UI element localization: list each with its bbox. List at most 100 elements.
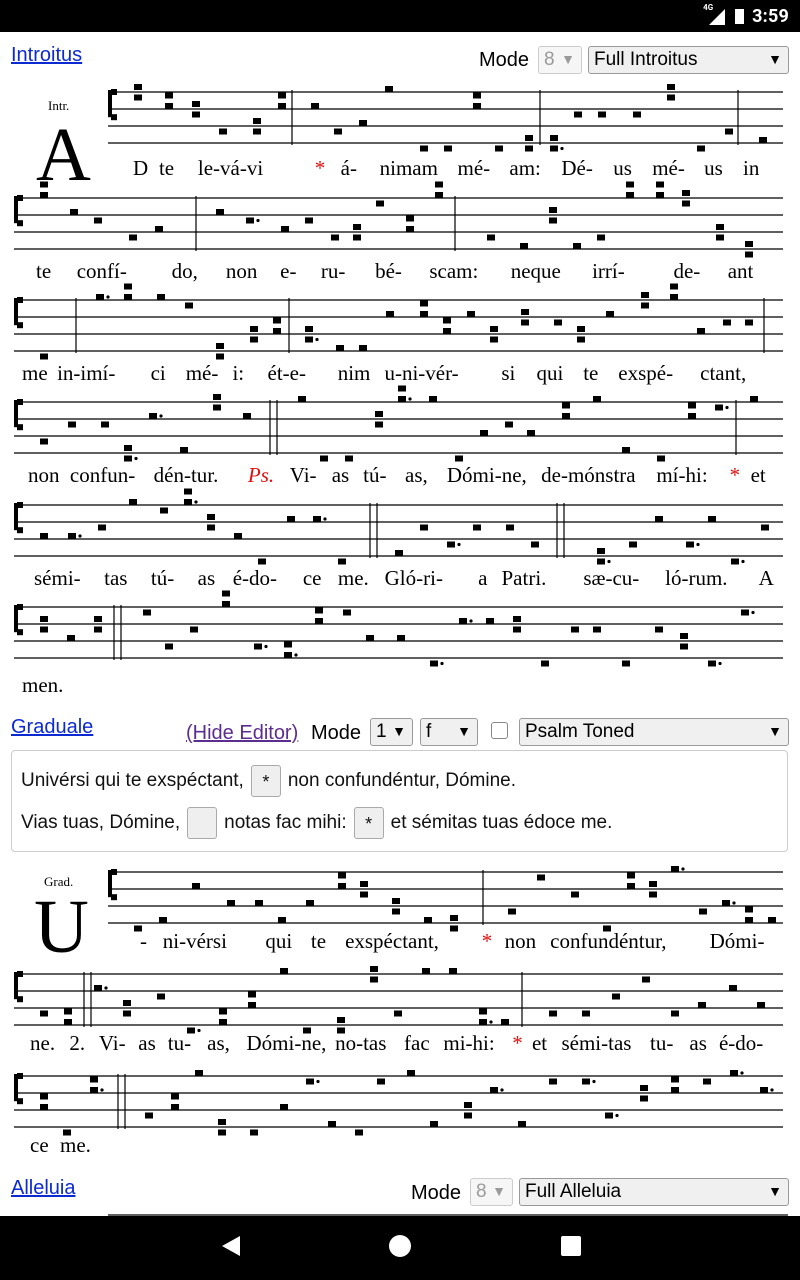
alleluia-mode-select[interactable]: 8 ▼ [470,1178,513,1206]
neume-note [219,128,227,135]
neume-note [525,135,533,141]
neume-note [94,626,102,633]
neume-note [287,516,295,522]
neume-note [315,607,323,614]
clef-mark [17,527,23,534]
clef-mark [17,220,23,227]
neume-dot [100,1088,104,1092]
lyric-syllable: tú- [363,463,386,487]
mode-cue: Intr. [48,98,69,113]
neume-note [219,1019,227,1025]
neume-note [280,968,288,974]
neume-note [124,445,132,451]
neume-note [562,402,570,409]
neume-note [90,1087,98,1093]
neume-note [597,558,605,565]
lyric-syllable: as [332,463,350,487]
graduale-type-select[interactable]: Psalm Toned ▼ [519,718,789,746]
neume-note [525,145,533,152]
lyric-syllable: me. [60,1133,91,1157]
graduale-checkbox[interactable] [491,722,508,739]
neume-note [505,421,513,428]
neume-note [398,385,406,392]
lyric-syllable: * [730,463,741,487]
neume-note [222,590,230,597]
neume-note [315,618,323,624]
neume-note [124,455,132,462]
neume-note [192,101,200,107]
lyric-syllable: non [505,929,537,953]
asterisk-toggle-button[interactable]: * [250,765,281,797]
neume-dot [718,661,722,666]
neume-note [629,541,637,548]
neume-note [305,326,313,332]
drop-capital: U [34,885,89,969]
neume-note [467,311,475,317]
lyric-syllable: ru- [321,259,346,283]
neume-note [750,396,758,402]
neume-note [550,145,558,152]
clef-mark [17,1073,23,1079]
graduale-mode-select[interactable]: 1 ▼ [370,718,413,746]
neume-dot [457,542,461,547]
lyric-syllable: 2. [69,1031,85,1055]
alleluia-link[interactable]: Alleluia [11,1177,75,1200]
lyric-syllable: exspé- [618,361,673,385]
neume-dot [740,1071,744,1075]
neume-dot [696,542,700,547]
lyric-syllable: fac [404,1031,430,1055]
lyric-syllable: ló-rum. [665,566,727,590]
neume-note [541,660,549,667]
neume-note [549,207,557,213]
lyric-syllable: scam: [429,259,478,283]
neume-note [697,328,705,334]
neume-dot [751,610,755,615]
neume-note [549,217,557,224]
home-icon[interactable] [388,1234,412,1258]
recents-icon[interactable] [560,1235,582,1257]
introitus-score: Intr. A Dte le-vá-vi * á-nimam mé-am: Dé-us mé-u… [14,84,783,697]
neume-dot [323,517,327,521]
lyric-syllable: non [226,259,258,283]
page-content[interactable]: Introitus Mode 8 ▼ Full Introitus ▼ Intr. A… [0,32,800,1216]
neume-dot [681,867,685,871]
neume-note [258,558,266,565]
lyric-syllable: mí-hi: [656,463,707,487]
hide-editor-link[interactable]: (Hide Editor) [186,722,298,745]
lyric-syllable: ce [303,566,322,590]
neume-note [656,192,664,198]
lyric-syllable: - [140,929,147,953]
graduale-key-select[interactable]: f ▼ [420,718,478,746]
neume-dot [78,534,82,538]
lyric-syllable: * [512,1031,523,1055]
clef-mark [17,322,23,329]
neume-note [593,396,601,402]
neume-note [165,92,173,99]
neume-note [640,1085,648,1091]
neume-dot [106,295,110,299]
lyric-syllable: Vi- [99,1031,126,1055]
neume-note [697,145,705,152]
neume-dot [725,405,729,410]
neume-note [159,917,167,923]
neume-note [626,181,634,188]
neume-note [216,209,224,215]
graduale-link[interactable]: Graduale [11,716,93,739]
lyric-syllable: te [159,156,174,180]
neume-note [527,430,535,436]
neume-note [406,215,414,222]
neume-note [682,190,690,196]
lyric-syllable: á- [341,156,357,180]
neume-dot [294,653,298,657]
neume-note [331,234,339,241]
neume-note [731,558,739,565]
neume-note [306,900,314,906]
lyric-syllable: * [482,929,493,953]
back-icon[interactable] [220,1234,242,1258]
lyric-syllable: us [704,156,723,180]
neume-note [359,120,367,126]
alleluia-type-select[interactable]: Full Alleluia ▼ [519,1178,789,1206]
neume-note [708,516,716,522]
neume-note [655,626,663,633]
neume-note [337,1017,345,1023]
